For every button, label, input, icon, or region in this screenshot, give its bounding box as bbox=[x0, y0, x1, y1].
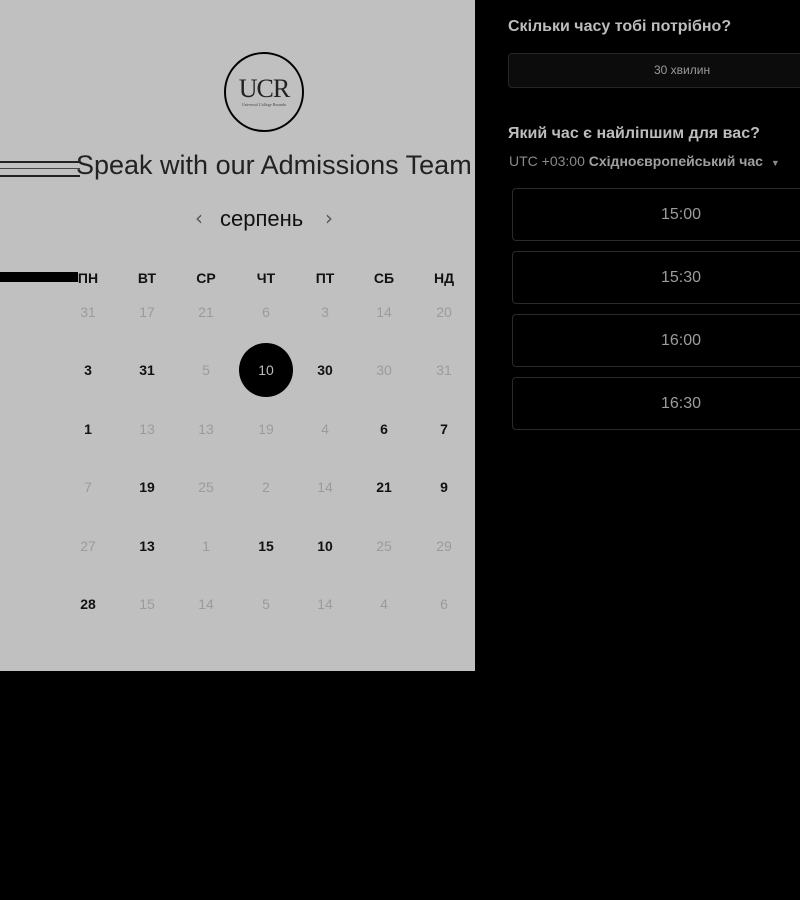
calendar-day[interactable]: 1 bbox=[68, 421, 108, 437]
weekday-label: ПН bbox=[77, 270, 99, 286]
weekday-label: НД bbox=[433, 270, 455, 286]
calendar-day[interactable]: 6 bbox=[364, 421, 404, 437]
time-slot-button[interactable]: 16:00 bbox=[512, 314, 800, 367]
time-slot-button[interactable]: 15:30 bbox=[512, 251, 800, 304]
calendar-day: 1 bbox=[202, 538, 210, 554]
time-selection-panel: Скільки часу тобі потрібно? 30 хвилин Як… bbox=[475, 0, 800, 900]
calendar-day: 4 bbox=[380, 596, 388, 612]
duration-question: Скільки часу тобі потрібно? bbox=[508, 18, 732, 35]
current-month: серпень bbox=[220, 206, 304, 231]
calendar-day[interactable]: 9 bbox=[424, 479, 464, 495]
calendar-day: 4 bbox=[321, 421, 329, 437]
calendar-day: 15 bbox=[139, 596, 155, 612]
calendar-day[interactable]: 19 bbox=[127, 479, 167, 495]
logo-text: UCR bbox=[238, 74, 290, 103]
decorative-bar bbox=[0, 272, 78, 282]
calendar-day: 14 bbox=[317, 479, 333, 495]
weekday-label: СР bbox=[196, 270, 216, 286]
calendar-day: 6 bbox=[440, 596, 448, 612]
calendar-day[interactable]: 21 bbox=[364, 479, 404, 495]
calendar-day[interactable]: 10 bbox=[305, 538, 345, 554]
calendar-day: 13 bbox=[139, 421, 155, 437]
calendar-day[interactable]: 30 bbox=[305, 362, 345, 378]
calendar-day: 13 bbox=[198, 421, 214, 437]
calendar-day: 5 bbox=[262, 596, 270, 612]
chevron-left-icon[interactable]: ‹ bbox=[195, 206, 203, 230]
weekday-label: ПТ bbox=[315, 270, 335, 286]
duration-select[interactable]: 30 хвилин bbox=[508, 53, 800, 88]
weekday-label: ЧТ bbox=[256, 270, 276, 286]
decorative-line bbox=[0, 175, 80, 177]
calendar-day[interactable]: 3 bbox=[68, 362, 108, 378]
calendar-day[interactable]: 7 bbox=[424, 421, 464, 437]
calendar-day[interactable]: 13 bbox=[127, 538, 167, 554]
calendar-day: 30 bbox=[376, 362, 392, 378]
calendar-day: 21 bbox=[198, 304, 214, 320]
calendar-panel: UCR Universal College Rwanda Speak with … bbox=[0, 0, 475, 671]
calendar-day-selected[interactable]: 10 bbox=[239, 343, 293, 397]
calendar-day: 6 bbox=[262, 304, 270, 320]
chevron-right-icon[interactable]: › bbox=[325, 206, 333, 230]
caret-down-icon: ▼ bbox=[770, 158, 780, 168]
logo-subtext: Universal College Rwanda bbox=[242, 103, 286, 107]
decorative-line bbox=[0, 168, 80, 169]
calendar-day: 3 bbox=[321, 304, 329, 320]
time-slot-button[interactable]: 15:00 bbox=[512, 188, 800, 241]
calendar-day: 25 bbox=[198, 479, 214, 495]
calendar-day: 5 bbox=[202, 362, 210, 378]
time-slot-button[interactable]: 16:30 bbox=[512, 377, 800, 430]
timezone-name: Східноєвропейський час bbox=[588, 153, 763, 169]
decorative-line bbox=[0, 161, 80, 163]
calendar-day[interactable]: 31 bbox=[127, 362, 167, 378]
calendar-day: 14 bbox=[376, 304, 392, 320]
calendar-day: 25 bbox=[376, 538, 392, 554]
calendar-day: 14 bbox=[317, 596, 333, 612]
calendar-day: 31 bbox=[436, 362, 452, 378]
calendar-day: 27 bbox=[80, 538, 96, 554]
page-title: Speak with our Admissions Team bbox=[76, 150, 472, 180]
weekday-label: СБ bbox=[373, 270, 395, 286]
calendar-day: 19 bbox=[258, 421, 274, 437]
calendar-day: 14 bbox=[198, 596, 214, 612]
calendar-day: 7 bbox=[84, 479, 92, 495]
calendar-day[interactable]: 15 bbox=[246, 538, 286, 554]
calendar-day: 29 bbox=[436, 538, 452, 554]
timezone-select[interactable]: UTC +03:00 Східноєвропейський час ▼ bbox=[509, 153, 780, 169]
weekday-label: ВТ bbox=[137, 270, 157, 286]
calendar-day: 31 bbox=[80, 304, 96, 320]
calendar-day: 2 bbox=[262, 479, 270, 495]
calendar-day: 17 bbox=[139, 304, 155, 320]
calendar-day: 20 bbox=[436, 304, 452, 320]
ucr-logo: UCR Universal College Rwanda bbox=[224, 52, 304, 132]
timezone-offset: UTC +03:00 bbox=[509, 153, 585, 169]
calendar-day[interactable]: 28 bbox=[68, 596, 108, 612]
time-question: Який час є найліпшим для вас? bbox=[508, 125, 760, 142]
month-navigation: ‹ серпень › bbox=[0, 204, 475, 234]
